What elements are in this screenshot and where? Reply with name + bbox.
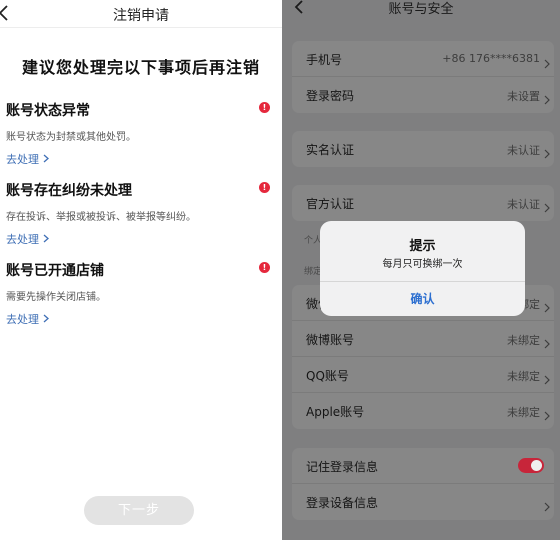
row-label: QQ账号: [306, 369, 349, 383]
chevron-right-icon: [544, 334, 550, 349]
qq-binding-row[interactable]: QQ账号 未绑定: [292, 357, 554, 393]
settings-group-credentials: 手机号 +86 176****6381 登录密码 未设置: [292, 41, 554, 113]
issue-title: 账号状态异常: [6, 103, 90, 119]
official-verification-row[interactable]: 官方认证 未认证: [292, 185, 554, 221]
account-cancellation-screen: 注销申请 建议您处理完以下事项后再注销 账号状态异常 账号状态为封禁或其他处罚。…: [0, 0, 282, 540]
login-password-row[interactable]: 登录密码 未设置: [292, 77, 554, 113]
row-label: 登录密码: [306, 89, 355, 103]
dialog-message: 每月只可换绑一次: [382, 259, 463, 270]
weibo-binding-row[interactable]: 微博账号 未绑定: [292, 321, 554, 357]
issue-item: 账号存在纠纷未处理 存在投诉、举报或被投诉、被举报等纠纷。 去处理 !: [6, 180, 276, 247]
row-label: 手机号: [306, 53, 343, 67]
chevron-right-icon: [544, 90, 550, 105]
row-value: 未绑定: [507, 370, 540, 383]
row-value: 未设置: [507, 90, 540, 103]
real-name-verification-row[interactable]: 实名认证 未认证: [292, 131, 554, 167]
issue-description: 需要先操作关闭店铺。: [6, 292, 106, 303]
issue-title: 账号存在纠纷未处理: [6, 183, 132, 199]
chevron-right-icon: [544, 198, 550, 213]
row-label: 实名认证: [306, 143, 355, 157]
row-label: 登录设备信息: [306, 496, 379, 510]
rebind-limit-dialog: 提示 每月只可换绑一次 确认: [320, 221, 525, 316]
row-value: +86 176****6381: [442, 52, 540, 65]
instruction-heading: 建议您处理完以下事项后再注销: [21, 58, 260, 77]
issue-item: 账号状态异常 账号状态为封禁或其他处罚。 去处理 !: [6, 100, 276, 167]
dialog-title: 提示: [409, 239, 436, 254]
alert-icon: !: [259, 262, 270, 273]
row-value: 未认证: [507, 198, 540, 211]
handle-issue-link[interactable]: 去处理: [6, 311, 49, 327]
row-label: Apple账号: [306, 405, 365, 419]
phone-number-row[interactable]: 手机号 +86 176****6381: [292, 41, 554, 77]
row-label: 记住登录信息: [306, 460, 379, 474]
chevron-right-icon: [544, 298, 550, 313]
navigation-bar: 注销申请: [0, 0, 282, 28]
login-devices-row[interactable]: 登录设备信息: [292, 484, 554, 520]
issue-description: 账号状态为封禁或其他处罚。: [6, 132, 136, 143]
remember-login-toggle[interactable]: [518, 458, 544, 473]
chevron-right-icon: [544, 54, 550, 69]
toggle-knob: [531, 460, 542, 471]
settings-group-official: 官方认证 未认证: [292, 185, 554, 221]
handle-issue-link[interactable]: 去处理: [6, 231, 49, 247]
page-title: 账号与安全: [388, 2, 454, 17]
settings-group-login: 记住登录信息 登录设备信息: [292, 448, 554, 520]
confirm-button[interactable]: 确认: [320, 282, 525, 316]
remember-login-row: 记住登录信息: [292, 448, 554, 484]
chevron-right-icon: [544, 406, 550, 421]
row-label: 官方认证: [306, 197, 355, 211]
page-title: 注销申请: [113, 8, 169, 24]
issue-item: 账号已开通店铺 需要先操作关闭店铺。 去处理 !: [6, 260, 276, 327]
apple-binding-row[interactable]: Apple账号 未绑定: [292, 393, 554, 429]
row-value: 未绑定: [507, 334, 540, 347]
alert-icon: !: [259, 182, 270, 193]
row-value: 未认证: [507, 144, 540, 157]
row-value: 未绑定: [507, 406, 540, 419]
alert-icon: !: [259, 102, 270, 113]
chevron-right-icon: [544, 370, 550, 385]
handle-issue-link[interactable]: 去处理: [6, 151, 49, 167]
issue-title: 账号已开通店铺: [6, 263, 104, 279]
row-label: 微博账号: [306, 333, 355, 347]
chevron-right-icon: [544, 144, 550, 159]
next-step-button[interactable]: 下一步: [84, 496, 194, 525]
settings-group-real-name: 实名认证 未认证: [292, 131, 554, 167]
issue-description: 存在投诉、举报或被投诉、被举报等纠纷。: [6, 212, 196, 223]
chevron-right-icon: [544, 497, 550, 512]
